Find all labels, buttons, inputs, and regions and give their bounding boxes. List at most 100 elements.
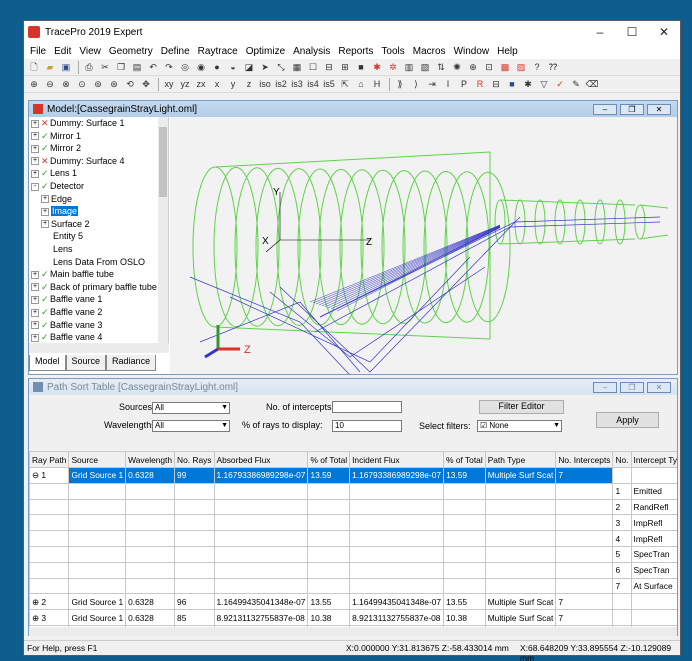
tree-item[interactable]: + ✕Dummy: Surface 1: [29, 117, 168, 130]
table-cell-path[interactable]: ⊕ 2: [29, 593, 70, 611]
boolean-icon[interactable]: ◎: [178, 61, 192, 74]
tree-item[interactable]: + ✓Baffle vane 1: [29, 293, 168, 306]
table-row[interactable]: ⊖ 1 Grid Source 1 0.6328 99 1.16793386989298…: [29, 467, 677, 484]
table-icon[interactable]: ▥: [402, 61, 416, 74]
view-iso-icon[interactable]: iso: [258, 78, 272, 91]
check-icon[interactable]: ✓: [41, 293, 50, 306]
tree-item[interactable]: + ✕Dummy: Surface 4: [29, 155, 168, 168]
filter-editor-button[interactable]: Filter Editor: [479, 400, 564, 414]
percent-input[interactable]: 10: [332, 420, 402, 432]
table-row[interactable]: 2 RandRefl: [29, 498, 677, 516]
menu-file[interactable]: File: [26, 46, 50, 57]
menu-define[interactable]: Define: [157, 46, 194, 57]
check-icon[interactable]: ✓: [41, 142, 50, 155]
intercepts-input[interactable]: [332, 401, 402, 413]
expand-icon[interactable]: +: [31, 308, 39, 317]
new-file-icon[interactable]: 🗋: [27, 61, 41, 74]
view-z-icon[interactable]: z: [242, 78, 256, 91]
trace-rays-icon[interactable]: ⟫: [393, 78, 407, 91]
rt-icon[interactable]: R: [473, 78, 487, 91]
tree-item[interactable]: + ✓Baffle vane 3: [29, 319, 168, 332]
check-icon[interactable]: ✓: [41, 319, 50, 332]
copy-icon[interactable]: ❐: [114, 61, 128, 74]
view-iso3-icon[interactable]: is3: [290, 78, 304, 91]
table-row[interactable]: 3 ImpRefl: [29, 514, 677, 532]
check-icon[interactable]: ✓: [41, 281, 50, 294]
property-icon[interactable]: P: [457, 78, 471, 91]
trace-interval-icon[interactable]: I: [441, 78, 455, 91]
expand-icon[interactable]: +: [31, 119, 39, 128]
zoom-all-icon[interactable]: ⊙: [75, 78, 89, 91]
source-icon[interactable]: ✱: [370, 61, 384, 74]
expand-icon[interactable]: +: [31, 144, 39, 153]
layout-icon[interactable]: ▦: [290, 61, 304, 74]
analysis-icon[interactable]: ⊡: [482, 61, 496, 74]
tree-item[interactable]: + Image: [29, 205, 168, 218]
expand-icon[interactable]: +: [31, 270, 39, 279]
tree-item[interactable]: + ✓Mirror 1: [29, 130, 168, 143]
expand-icon[interactable]: +: [41, 207, 49, 216]
checkbox-icon[interactable]: ☑: [480, 421, 489, 430]
column-header[interactable]: No. Rays: [174, 451, 215, 468]
table-row[interactable]: 6 SpecTran: [29, 561, 677, 579]
tab-radiance[interactable]: Radiance: [106, 355, 157, 371]
check-icon[interactable]: ✓: [553, 78, 567, 91]
select-filters-dropdown[interactable]: ☑ None ▼: [477, 420, 562, 432]
select-arrow-icon[interactable]: ➤: [258, 61, 272, 74]
column-header[interactable]: % of Total: [307, 451, 351, 468]
check-icon[interactable]: ✓: [41, 167, 50, 180]
tree-item[interactable]: + ✓Baffle vane 4: [29, 331, 168, 343]
paste-icon[interactable]: ▤: [130, 61, 144, 74]
expand-icon[interactable]: +: [31, 333, 39, 342]
menu-analysis[interactable]: Analysis: [289, 46, 334, 57]
expand-icon[interactable]: +: [31, 283, 39, 292]
menu-geometry[interactable]: Geometry: [105, 46, 157, 57]
column-header[interactable]: Ray Path: [29, 451, 70, 468]
table-row[interactable]: 5 SpecTran: [29, 545, 677, 563]
expand-icon[interactable]: +: [31, 295, 39, 304]
menu-view[interactable]: View: [75, 46, 105, 57]
menu-help[interactable]: Help: [493, 46, 522, 57]
raytrace-icon[interactable]: ✲: [386, 61, 400, 74]
boolean3-icon[interactable]: ●: [210, 61, 224, 74]
home-view-icon[interactable]: ⌂: [354, 78, 368, 91]
irradiance-icon[interactable]: ✺: [450, 61, 464, 74]
solid-icon[interactable]: ■: [505, 78, 519, 91]
table-cell-path[interactable]: [29, 514, 70, 532]
pencil-icon[interactable]: ✎: [569, 78, 583, 91]
minimize-button[interactable]: –: [584, 25, 616, 39]
boolean4-icon[interactable]: ◒: [226, 61, 240, 74]
menu-window[interactable]: Window: [450, 46, 494, 57]
boolean2-icon[interactable]: ◉: [194, 61, 208, 74]
view-fit-icon[interactable]: ⇱: [338, 78, 352, 91]
mdi-minimize-button[interactable]: –: [593, 381, 617, 393]
expand-icon[interactable]: +: [31, 132, 39, 141]
expand-icon[interactable]: +: [31, 157, 39, 166]
column-header[interactable]: Intercept Ty: [630, 451, 677, 468]
tree-item[interactable]: + ✓Baffle vane 2: [29, 306, 168, 319]
mdi-restore-button[interactable]: ❐: [620, 103, 644, 115]
column-header[interactable]: Path Type: [484, 451, 557, 468]
view-zx-icon[interactable]: zx: [194, 78, 208, 91]
model-scene[interactable]: X Y Z Z: [170, 117, 677, 408]
tree-item[interactable]: + Edge: [29, 193, 168, 206]
view-x-icon[interactable]: x: [210, 78, 224, 91]
scroll-thumb[interactable]: [159, 127, 167, 197]
column-header[interactable]: Absorbed Flux: [213, 451, 309, 468]
zoom-window-icon[interactable]: ⊗: [59, 78, 73, 91]
display-icon[interactable]: ⊟: [489, 78, 503, 91]
mdi-restore-button[interactable]: ❐: [620, 381, 644, 393]
table-row[interactable]: ⊕ 3 Grid Source 1 0.6328 85 8.92131132755837…: [29, 609, 677, 626]
pan-icon[interactable]: ✥: [139, 78, 153, 91]
zoom-out-icon[interactable]: ⊖: [43, 78, 57, 91]
tree-item[interactable]: - ✓Detector: [29, 180, 168, 193]
tree-item[interactable]: + ✓Main baffle tube: [29, 268, 168, 281]
column-header[interactable]: Source: [68, 451, 127, 468]
view-xy-icon[interactable]: xy: [162, 78, 176, 91]
table-row[interactable]: 4 ImpRefl: [29, 530, 677, 547]
view-iso5-icon[interactable]: is5: [322, 78, 336, 91]
table-cell-path[interactable]: ⊕ 3: [29, 609, 70, 626]
expand-icon[interactable]: +: [41, 195, 49, 204]
mdi-minimize-button[interactable]: –: [593, 103, 617, 115]
column-header[interactable]: Incident Flux: [349, 451, 445, 468]
